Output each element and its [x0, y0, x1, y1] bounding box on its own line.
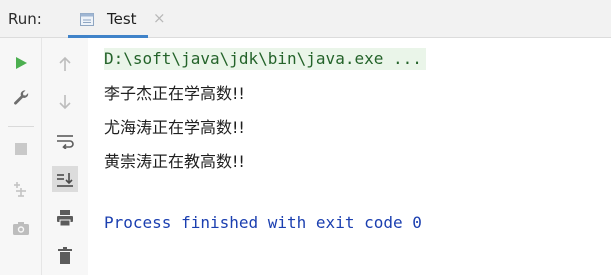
run-tool-window: Run: Test × D:\soft\java\jdk\bin\java.ex…: [0, 0, 611, 275]
console-output[interactable]: D:\soft\java\jdk\bin\java.exe ... 李子杰正在学…: [88, 38, 611, 275]
command-line: D:\soft\java\jdk\bin\java.exe ...: [104, 48, 426, 70]
camera-icon[interactable]: [9, 216, 33, 240]
arrow-up-icon[interactable]: [53, 52, 77, 76]
console-toolbar: [0, 38, 88, 275]
output-line: 黄崇涛正在教高数!!: [104, 152, 245, 171]
toolbar-divider: [41, 38, 42, 275]
wrench-icon[interactable]: [9, 85, 33, 109]
tab-label: Test: [107, 10, 137, 28]
run-header: Run: Test ×: [0, 0, 611, 38]
console-tab-icon: [80, 11, 94, 26]
output-line: 李子杰正在学高数!!: [104, 84, 245, 103]
close-icon[interactable]: ×: [153, 9, 166, 27]
stop-icon[interactable]: [9, 137, 33, 161]
run-label: Run:: [8, 10, 42, 28]
print-icon[interactable]: [53, 206, 77, 230]
output-line: 尤海涛正在学高数!!: [104, 118, 245, 137]
pin-icon[interactable]: [9, 177, 33, 201]
soft-wrap-icon[interactable]: [53, 129, 77, 153]
toolbar-separator: [8, 126, 34, 127]
arrow-down-icon[interactable]: [53, 90, 77, 114]
trash-icon[interactable]: [53, 244, 77, 268]
play-icon[interactable]: [9, 51, 33, 75]
process-exit-message: Process finished with exit code 0: [104, 213, 422, 232]
scroll-to-end-icon[interactable]: [52, 166, 78, 192]
tab-test[interactable]: Test: [68, 0, 148, 38]
